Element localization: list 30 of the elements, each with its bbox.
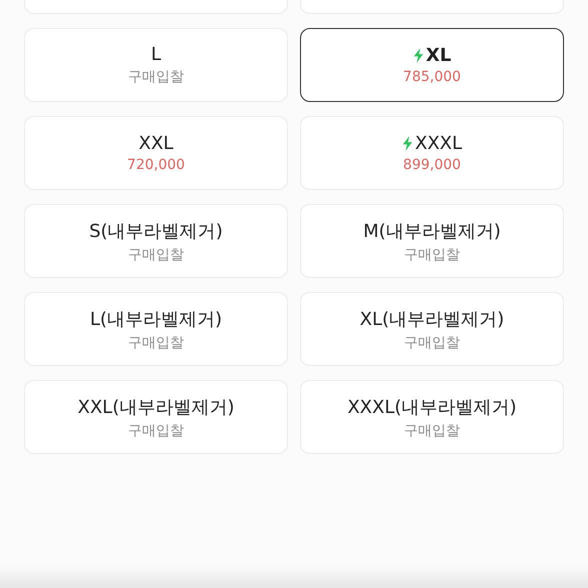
size-status: 구매입찰 <box>128 68 184 86</box>
size-label: M(내부라벨제거) <box>363 220 501 242</box>
size-option[interactable]: XL(내부라벨제거) 구매입찰 <box>300 292 564 366</box>
size-option[interactable]: L 구매입찰 <box>24 28 288 102</box>
size-option[interactable]: XXL 720,000 <box>24 116 288 190</box>
size-status: 구매입찰 <box>404 334 460 352</box>
size-label: XXL(내부라벨제거) <box>78 396 234 418</box>
size-option[interactable]: XXXL(내부라벨제거) 구매입찰 <box>300 380 564 454</box>
size-label: XXXL(내부라벨제거) <box>347 396 517 418</box>
size-label: XXXL <box>414 133 462 154</box>
size-status: 구매입찰 <box>128 422 184 440</box>
size-option[interactable]: S(내부라벨제거) 구매입찰 <box>24 204 288 278</box>
size-label: S(내부라벨제거) <box>89 220 223 242</box>
size-status: 구매입찰 <box>404 246 460 264</box>
size-option[interactable]: M(내부라벨제거) 구매입찰 <box>300 204 564 278</box>
size-status: 720,000 <box>127 157 185 173</box>
size-status: 899,000 <box>403 157 461 173</box>
size-status: 구매입찰 <box>128 334 184 352</box>
size-label: XL <box>426 45 452 66</box>
size-status: 구매입찰 <box>404 422 460 440</box>
size-label: XXL <box>138 133 174 154</box>
size-label: L <box>150 44 162 65</box>
size-option[interactable]: XXL(내부라벨제거) 구매입찰 <box>24 380 288 454</box>
size-label: L(내부라벨제거) <box>90 308 222 330</box>
size-status: 785,000 <box>403 69 461 85</box>
size-option[interactable]: XL 785,000 <box>300 28 564 102</box>
size-option[interactable]: XXXL 899,000 <box>300 116 564 190</box>
size-label: XL(내부라벨제거) <box>360 308 504 330</box>
size-option[interactable]: L(내부라벨제거) 구매입찰 <box>24 292 288 366</box>
size-status: 구매입찰 <box>128 246 184 264</box>
